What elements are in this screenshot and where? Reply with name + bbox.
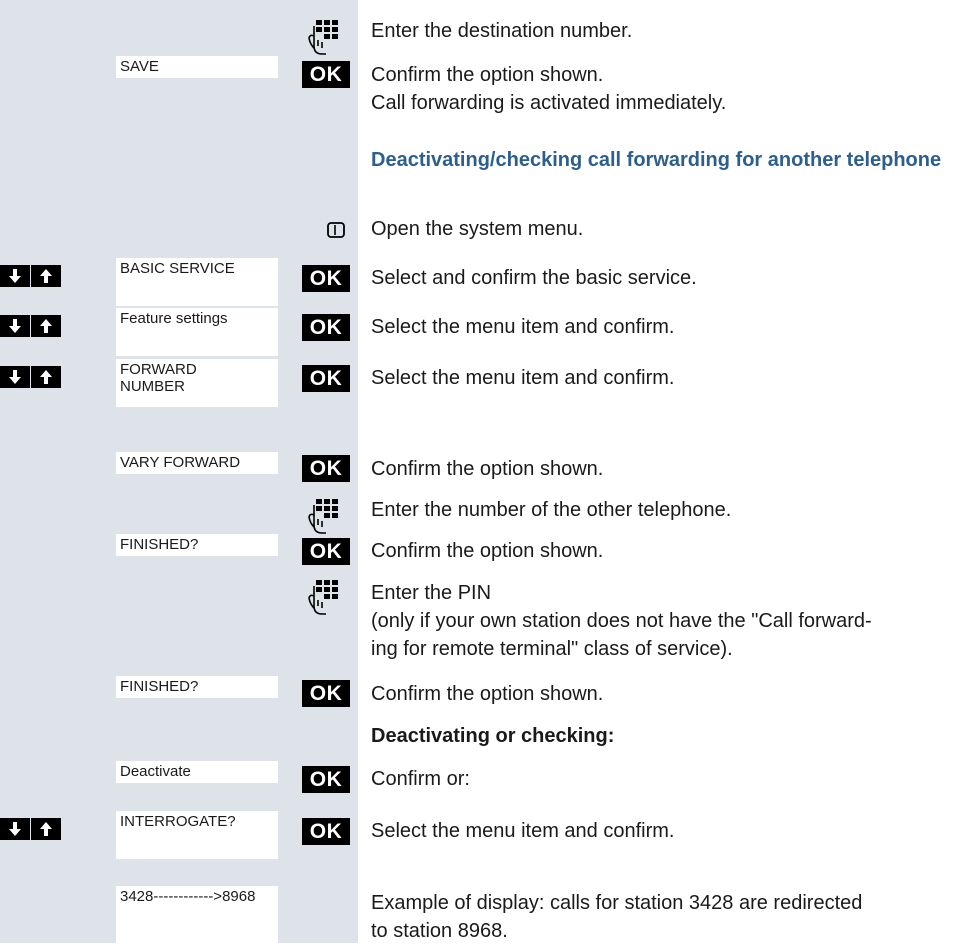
step-enter-pin: Enter the PIN (only if your own station … — [371, 582, 872, 660]
ok-button[interactable]: OK — [302, 365, 350, 392]
display-forward-number: FORWARD NUMBER — [116, 359, 278, 407]
menu-key-icon[interactable] — [325, 219, 347, 241]
arrow-down-icon[interactable] — [0, 818, 30, 840]
nav-arrows — [0, 366, 62, 388]
display-finished: FINISHED? — [116, 676, 278, 698]
ok-button[interactable]: OK — [302, 766, 350, 793]
arrow-up-icon[interactable] — [31, 818, 61, 840]
ok-button[interactable]: OK — [302, 61, 350, 88]
keypad-hand-icon — [308, 20, 338, 55]
arrow-up-icon[interactable] — [31, 366, 61, 388]
step-select-forward-number: Select the menu item and confirm. — [371, 367, 675, 389]
keypad-hand-icon — [308, 499, 338, 534]
display-finished: FINISHED? — [116, 534, 278, 556]
arrow-down-icon[interactable] — [0, 315, 30, 337]
step-confirm-finished: Confirm the option shown. — [371, 540, 604, 562]
ok-button[interactable]: OK — [302, 818, 350, 845]
display-interrogate: INTERROGATE? — [116, 811, 278, 859]
step-confirm-or: Confirm or: — [371, 768, 470, 790]
display-deactivate: Deactivate — [116, 761, 278, 783]
step-select-basic-service: Select and confirm the basic service. — [371, 267, 697, 289]
arrow-down-icon[interactable] — [0, 265, 30, 287]
step-select-interrogate: Select the menu item and confirm. — [371, 820, 675, 842]
subheading: Deactivating or checking: — [371, 725, 615, 747]
arrow-up-icon[interactable] — [31, 265, 61, 287]
step-enter-other-number: Enter the number of the other telephone. — [371, 499, 732, 521]
step-confirm-vary-forward: Confirm the option shown. — [371, 458, 604, 480]
ok-button[interactable]: OK — [302, 314, 350, 341]
ok-button[interactable]: OK — [302, 265, 350, 292]
display-basic-service: BASIC SERVICE — [116, 258, 278, 306]
display-vary-forward: VARY FORWARD — [116, 452, 278, 474]
keypad-hand-icon — [308, 580, 338, 615]
nav-arrows — [0, 315, 62, 337]
nav-arrows — [0, 265, 62, 287]
step-example: Example of display: calls for station 34… — [371, 892, 863, 942]
ok-button[interactable]: OK — [302, 680, 350, 707]
step-confirm-save: Confirm the option shown. Call forwardin… — [371, 64, 727, 114]
section-heading: Deactivating/checking call forwarding fo… — [371, 149, 942, 171]
display-feature-settings: Feature settings — [116, 308, 278, 356]
step-enter-destination: Enter the destination number. — [371, 20, 633, 42]
arrow-up-icon[interactable] — [31, 315, 61, 337]
nav-arrows — [0, 818, 62, 840]
step-confirm-finished-2: Confirm the option shown. — [371, 683, 604, 705]
ok-button[interactable]: OK — [302, 538, 350, 565]
ok-button[interactable]: OK — [302, 455, 350, 482]
step-open-menu: Open the system menu. — [371, 218, 584, 240]
arrow-down-icon[interactable] — [0, 366, 30, 388]
display-example: 3428------------>8968 — [116, 886, 278, 943]
step-select-feature-settings: Select the menu item and confirm. — [371, 316, 675, 338]
display-save: SAVE — [116, 56, 278, 78]
